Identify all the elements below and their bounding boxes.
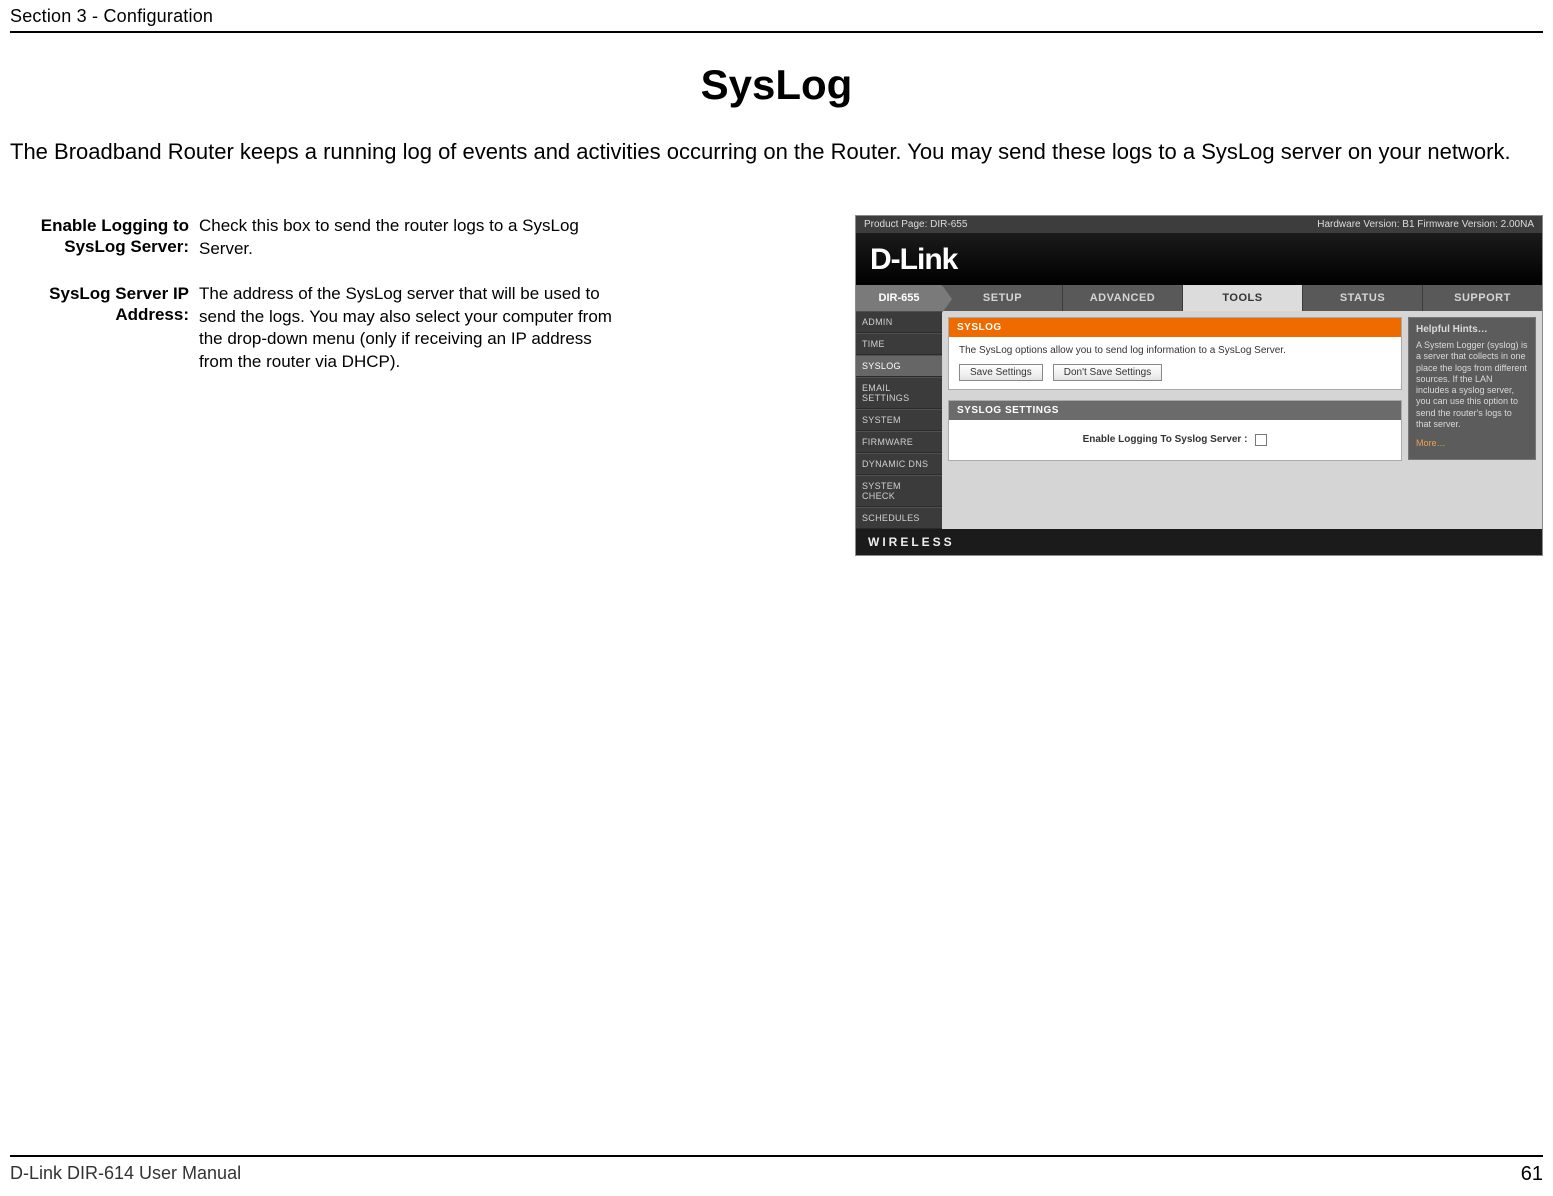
sidebar-item-system[interactable]: SYSTEM xyxy=(856,409,942,431)
panel-title-syslog: SYSLOG xyxy=(949,318,1401,337)
sidebar-item-firmware[interactable]: FIRMWARE xyxy=(856,431,942,453)
sidebar-item-syscheck[interactable]: SYSTEM CHECK xyxy=(856,475,942,507)
product-page-label: Product Page: DIR-655 xyxy=(864,219,967,230)
nav-tabs: SETUP ADVANCED TOOLS STATUS SUPPORT xyxy=(942,285,1542,311)
enable-logging-checkbox[interactable] xyxy=(1255,434,1267,446)
helpful-hints-box: Helpful Hints… A System Logger (syslog) … xyxy=(1408,317,1536,461)
sidebar-item-schedules[interactable]: SCHEDULES xyxy=(856,507,942,529)
save-settings-button[interactable]: Save Settings xyxy=(959,364,1043,381)
brand-logo: D-Link xyxy=(870,243,957,276)
wireless-footer: WIRELESS xyxy=(856,529,1542,555)
sidebar-item-ddns[interactable]: DYNAMIC DNS xyxy=(856,453,942,475)
tab-status[interactable]: STATUS xyxy=(1302,285,1422,311)
hints-title: Helpful Hints… xyxy=(1416,324,1528,337)
sidebar-item-syslog[interactable]: SYSLOG xyxy=(856,355,942,377)
sidebar: ADMIN TIME SYSLOG EMAIL SETTINGS SYSTEM … xyxy=(856,311,942,529)
definition-row: Enable Logging to SysLog Server: Check t… xyxy=(10,215,620,261)
syslog-settings-panel: SYSLOG SETTINGS Enable Logging To Syslog… xyxy=(948,400,1402,461)
model-label: DIR-655 xyxy=(856,285,942,311)
hints-text: A System Logger (syslog) is a server tha… xyxy=(1416,340,1528,430)
enable-logging-label: Enable Logging To Syslog Server : xyxy=(1083,434,1248,446)
sidebar-item-email[interactable]: EMAIL SETTINGS xyxy=(856,377,942,409)
router-screenshot: Product Page: DIR-655 Hardware Version: … xyxy=(855,215,1543,556)
tab-setup[interactable]: SETUP xyxy=(942,285,1062,311)
definition-label: SysLog Server IP Address: xyxy=(10,283,195,375)
version-label: Hardware Version: B1 Firmware Version: 2… xyxy=(1317,219,1534,230)
definition-row: SysLog Server IP Address: The address of… xyxy=(10,283,620,375)
tab-support[interactable]: SUPPORT xyxy=(1422,285,1542,311)
definition-text: The address of the SysLog server that wi… xyxy=(195,283,620,375)
intro-paragraph: The Broadband Router keeps a running log… xyxy=(10,137,1543,167)
tab-tools[interactable]: TOOLS xyxy=(1182,285,1302,311)
sidebar-item-admin[interactable]: ADMIN xyxy=(856,311,942,333)
tab-advanced[interactable]: ADVANCED xyxy=(1062,285,1182,311)
panel-description: The SysLog options allow you to send log… xyxy=(959,345,1391,356)
hints-more-link[interactable]: More… xyxy=(1416,438,1528,449)
footer-manual-name: D-Link DIR-614 User Manual xyxy=(10,1163,241,1186)
sidebar-item-time[interactable]: TIME xyxy=(856,333,942,355)
definition-label: Enable Logging to SysLog Server: xyxy=(10,215,195,261)
syslog-panel: SYSLOG The SysLog options allow you to s… xyxy=(948,317,1402,390)
page-number: 61 xyxy=(1521,1163,1543,1186)
panel-title-settings: SYSLOG SETTINGS xyxy=(949,401,1401,420)
page-footer: D-Link DIR-614 User Manual 61 xyxy=(10,1155,1543,1186)
dont-save-settings-button[interactable]: Don't Save Settings xyxy=(1053,364,1163,381)
definitions-column: Enable Logging to SysLog Server: Check t… xyxy=(10,215,620,397)
definition-text: Check this box to send the router logs t… xyxy=(195,215,620,261)
section-header: Section 3 - Configuration xyxy=(10,0,1543,33)
page-title: SysLog xyxy=(10,61,1543,109)
